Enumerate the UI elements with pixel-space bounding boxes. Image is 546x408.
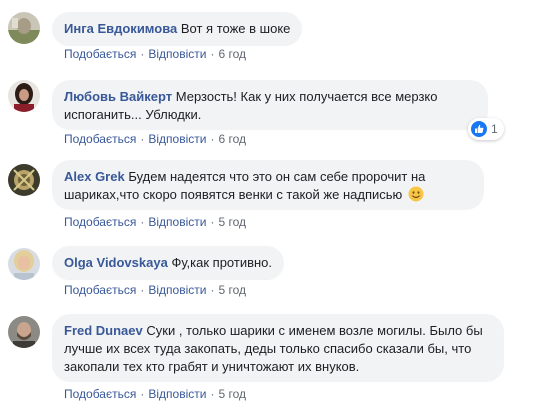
avatar-image-lyubov	[8, 80, 40, 112]
separator-dot: ·	[210, 47, 215, 61]
comment-text: Фу,как противно.	[171, 255, 273, 270]
like-link[interactable]: Подобається	[64, 47, 136, 61]
comment-actions: Подобається · Відповісти · 5 год	[64, 215, 246, 229]
comment-bubble: Alex Grek Будем надеятся что это он сам …	[52, 160, 484, 210]
comment-actions: Подобається · Відповісти · 6 год	[64, 47, 246, 61]
like-link[interactable]: Подобається	[64, 215, 136, 229]
avatar[interactable]	[8, 12, 40, 44]
reply-link[interactable]: Відповісти	[148, 132, 206, 146]
comment-bubble: Olga Vidovskaya Фу,как противно.	[52, 246, 285, 280]
separator-dot: ·	[140, 283, 145, 297]
comment-bubble: Инга Евдокимова Вот я тоже в шоке	[52, 12, 303, 46]
comment-actions: Подобається · Відповісти · 5 год	[64, 387, 246, 401]
separator-dot: ·	[210, 132, 215, 146]
comment-timestamp[interactable]: 5 год	[218, 387, 246, 401]
avatar-image-inga	[8, 12, 40, 44]
smiling-face-emoji-icon	[408, 186, 424, 202]
comment-timestamp[interactable]: 6 год	[218, 47, 246, 61]
comment-bubble: Любовь Вайкерт Мерзость! Как у них получ…	[52, 80, 488, 130]
avatar[interactable]	[8, 316, 40, 348]
separator-dot: ·	[140, 132, 145, 146]
reaction-count[interactable]: 1	[468, 118, 504, 140]
avatar-image-alex	[8, 164, 40, 196]
like-link[interactable]: Подобається	[64, 132, 136, 146]
comment-author[interactable]: Fred Dunaev	[64, 323, 143, 338]
comment-actions: Подобається · Відповісти · 5 год	[64, 283, 246, 297]
comment-timestamp[interactable]: 5 год	[218, 283, 246, 297]
separator-dot: ·	[210, 215, 215, 229]
reply-link[interactable]: Відповісти	[148, 283, 206, 297]
separator-dot: ·	[210, 283, 215, 297]
avatar[interactable]	[8, 248, 40, 280]
avatar[interactable]	[8, 164, 40, 196]
comment-author[interactable]: Alex Grek	[64, 169, 125, 184]
like-link[interactable]: Подобається	[64, 387, 136, 401]
separator-dot: ·	[210, 387, 215, 401]
reply-link[interactable]: Відповісти	[148, 387, 206, 401]
comment-author[interactable]: Инга Евдокимова	[64, 21, 177, 36]
separator-dot: ·	[140, 215, 145, 229]
comment-actions: Подобається · Відповісти · 6 год	[64, 132, 246, 146]
comment-timestamp[interactable]: 6 год	[218, 132, 246, 146]
comment-text: Вот я тоже в шоке	[180, 21, 291, 36]
reply-link[interactable]: Відповісти	[148, 215, 206, 229]
reaction-count-value: 1	[491, 122, 498, 136]
avatar[interactable]	[8, 80, 40, 112]
comment-timestamp[interactable]: 5 год	[218, 215, 246, 229]
separator-dot: ·	[140, 47, 145, 61]
avatar-image-fred	[8, 316, 40, 348]
separator-dot: ·	[140, 387, 145, 401]
like-link[interactable]: Подобається	[64, 283, 136, 297]
reply-link[interactable]: Відповісти	[148, 47, 206, 61]
comment-author[interactable]: Olga Vidovskaya	[64, 255, 168, 270]
thumbs-up-icon	[471, 121, 487, 137]
comment-author[interactable]: Любовь Вайкерт	[64, 89, 172, 104]
avatar-image-olga	[8, 248, 40, 280]
comment-bubble: Fred Dunaev Суки , только шарики с имене…	[52, 314, 504, 382]
